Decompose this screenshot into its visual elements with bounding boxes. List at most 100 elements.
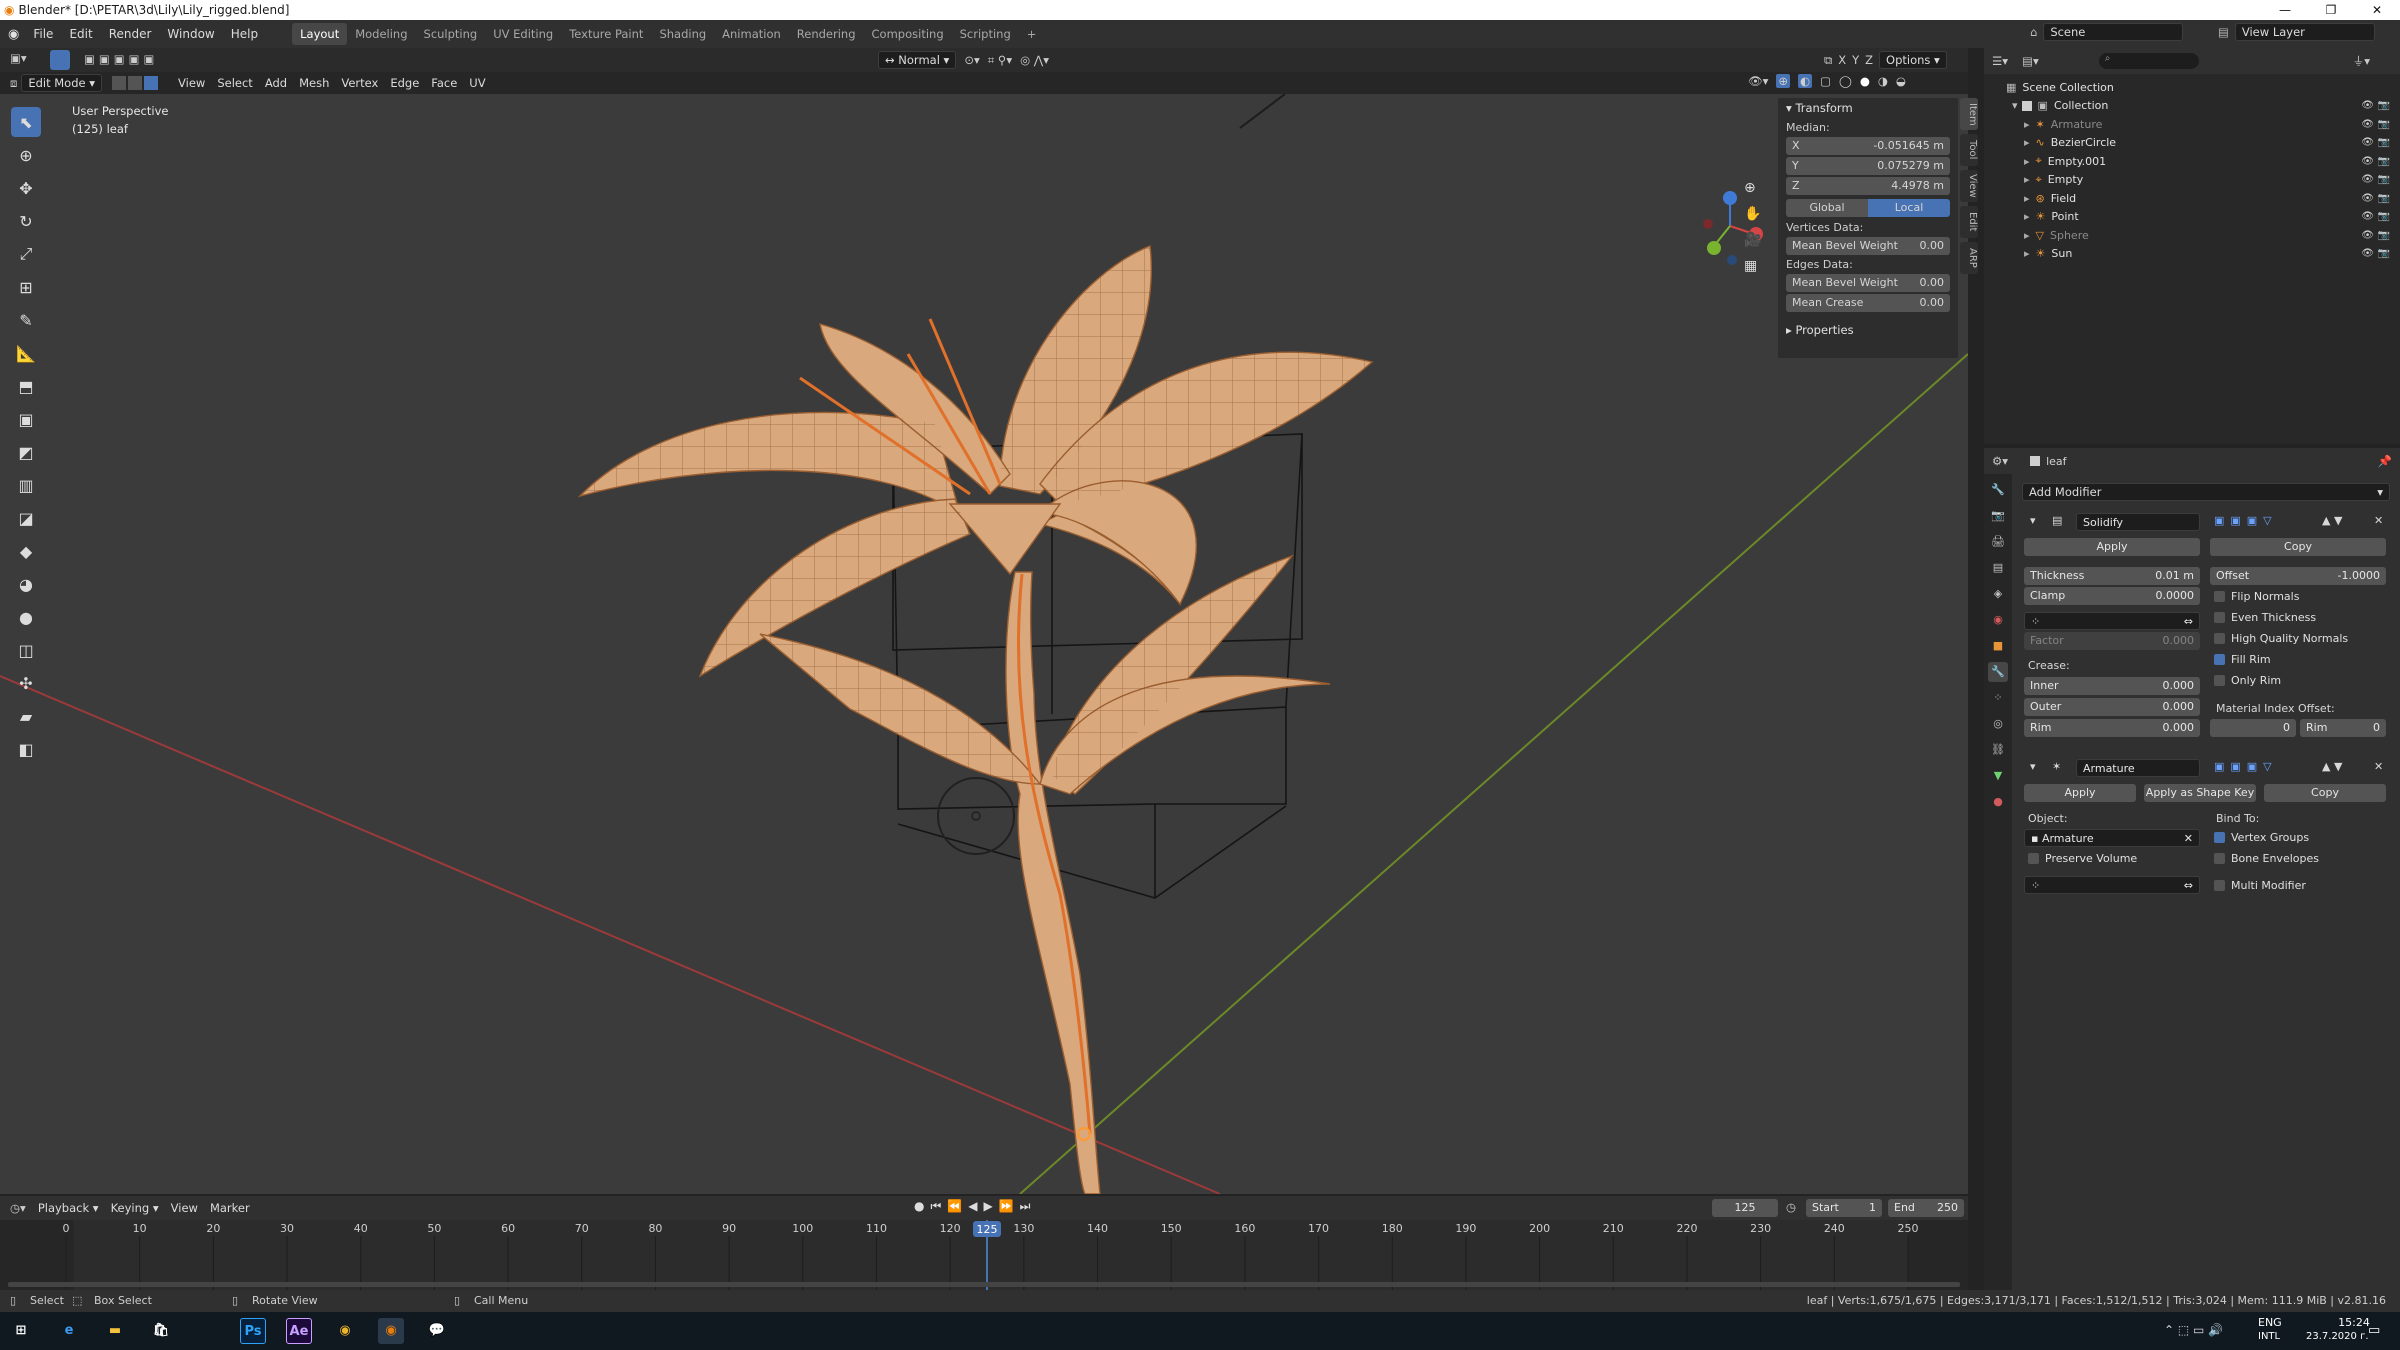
maximize-button[interactable]: ❐	[2308, 0, 2354, 20]
tab-edit[interactable]: Edit	[1960, 206, 1978, 238]
object-tab-icon[interactable]: ■	[1988, 636, 2008, 656]
tab-arp[interactable]: ARP	[1960, 242, 1978, 274]
vertex-bevel-weight-field[interactable]: Mean Bevel Weight 0.00	[1786, 237, 1950, 255]
minimize-button[interactable]: —	[2262, 0, 2308, 20]
offset-field[interactable]: Offset -1.0000	[2210, 567, 2386, 585]
output-tab-icon[interactable]: 🖨	[1988, 532, 2008, 552]
display-mode-icon[interactable]: ▤▾	[2022, 54, 2039, 68]
scene-collection-row[interactable]: ▦ Scene Collection	[1984, 78, 2400, 97]
rotate-tool-icon[interactable]: ↻	[11, 206, 41, 236]
scene-tab-icon[interactable]: ◈	[1988, 584, 2008, 604]
tab-rendering[interactable]: Rendering	[789, 23, 864, 45]
scene-selector[interactable]: ⌂ Scene	[2030, 23, 2184, 41]
view-layer-name[interactable]: View Layer	[2234, 23, 2375, 41]
collection-row[interactable]: ▾ ▣ Collection 👁 📷	[1984, 97, 2400, 116]
transform-section-header[interactable]: ▾ Transform	[1778, 98, 1958, 118]
edge-browser-icon[interactable]: e	[56, 1318, 82, 1344]
menu-render[interactable]: Render	[101, 27, 160, 41]
clock-icon[interactable]: ◷	[1786, 1200, 1796, 1214]
crease-rim-field[interactable]: Rim 0.000	[2024, 719, 2200, 737]
armature-invert-icon[interactable]: ⇔	[2184, 877, 2193, 893]
tab-sculpting[interactable]: Sculpting	[416, 23, 486, 45]
move-tool-icon[interactable]: ✥	[11, 173, 41, 203]
scene-name[interactable]: Scene	[2043, 23, 2184, 41]
outliner-item[interactable]: ▸ ⌖ Empty 👁 📷	[1984, 171, 2400, 190]
timeline-editor-icon[interactable]: ◷▾	[10, 1201, 26, 1215]
outliner-item[interactable]: ▸ ▽ Sphere 👁 📷	[1984, 226, 2400, 245]
armature-vertex-group-field[interactable]: ⁘ ⇔	[2024, 876, 2200, 894]
camera-icon[interactable]: 📷	[2378, 230, 2390, 241]
particles-tab-icon[interactable]: ⁘	[1988, 688, 2008, 708]
multi-modifier-checkbox[interactable]: Multi Modifier	[2214, 879, 2306, 892]
bevel-tool-icon[interactable]: ◩	[11, 437, 41, 467]
menu-mesh[interactable]: Mesh	[293, 74, 335, 92]
camera-view-icon[interactable]: 🎥	[1744, 232, 1761, 248]
thickness-field[interactable]: Thickness 0.01 m	[2024, 567, 2200, 585]
menu-view[interactable]: View	[172, 74, 211, 92]
menu-keying[interactable]: Keying ▾	[105, 1199, 165, 1217]
axis-z-button[interactable]: Z	[1865, 53, 1873, 67]
flip-normals-checkbox[interactable]: Flip Normals	[2214, 590, 2299, 603]
tab-modeling[interactable]: Modeling	[347, 23, 415, 45]
shear-tool-icon[interactable]: ▰	[11, 701, 41, 731]
median-y-field[interactable]: Y 0.075279 m	[1786, 157, 1950, 175]
material-offset-field[interactable]: 0	[2210, 719, 2296, 737]
modifier-tab-icon[interactable]: 🔧	[1988, 662, 2008, 682]
local-toggle[interactable]: Local	[1868, 199, 1950, 217]
store-icon[interactable]: 🛍	[148, 1318, 174, 1344]
tool-tab-icon[interactable]: 🔧	[1988, 480, 2008, 500]
eye-icon[interactable]: 👁	[2361, 156, 2374, 167]
camera-icon[interactable]: 📷	[2378, 137, 2390, 148]
armature-apply-button[interactable]: Apply	[2024, 784, 2136, 802]
editor-type-icon-2[interactable]: ⧈	[10, 76, 17, 91]
camera-icon[interactable]: 📷	[2378, 193, 2390, 204]
eye-icon[interactable]: 👁	[2361, 193, 2374, 204]
expand-arrow-icon[interactable]: ▸	[2024, 192, 2030, 205]
extrude-tool-icon[interactable]: ⬒	[11, 371, 41, 401]
pin-icon[interactable]: 📌	[2378, 454, 2392, 468]
transform-orientation-dropdown[interactable]: ↔ Normal ▾	[878, 51, 957, 69]
shading-rendered-icon[interactable]: ◒	[1896, 74, 1906, 88]
expand-arrow-icon[interactable]: ▸	[2024, 155, 2030, 168]
edge-bevel-weight-field[interactable]: Mean Bevel Weight 0.00	[1786, 274, 1950, 292]
edge-crease-field[interactable]: Mean Crease 0.00	[1786, 294, 1950, 312]
smooth-tool-icon[interactable]: ●	[11, 602, 41, 632]
language-indicator[interactable]: ENG	[2258, 1316, 2282, 1329]
jump-end-icon[interactable]: ⏭	[1020, 1199, 1031, 1214]
outliner-search-input[interactable]: ⌕	[2098, 53, 2199, 69]
loop-cut-tool-icon[interactable]: ▥	[11, 470, 41, 500]
eye-icon[interactable]: 👁	[2361, 248, 2374, 259]
tab-layout[interactable]: Layout	[292, 23, 348, 45]
overlay-icon[interactable]: ◐	[1798, 74, 1813, 88]
visibility-icon[interactable]: 👁▾	[1748, 74, 1768, 88]
add-modifier-dropdown[interactable]: Add Modifier ▾	[2022, 483, 2390, 501]
vertex-select-icon[interactable]	[112, 76, 127, 90]
blender-taskbar-icon[interactable]: ◉	[378, 1318, 404, 1344]
editor-type-icon[interactable]: ▣▾	[10, 51, 27, 65]
tab-texture-paint[interactable]: Texture Paint	[561, 23, 651, 45]
camera-icon[interactable]: 📷	[2378, 174, 2390, 185]
close-button[interactable]: ✕	[2354, 0, 2400, 20]
gizmo-icon[interactable]: ⊕	[1776, 74, 1791, 88]
options-dropdown[interactable]: Options ▾	[1879, 51, 1947, 69]
properties-editor-icon[interactable]: ⚙▾	[1992, 454, 2008, 468]
menu-select[interactable]: Select	[211, 74, 258, 92]
vertex-group-field[interactable]: ⁘ ⇔	[2024, 612, 2200, 630]
transform-tool-icon[interactable]: ⊞	[11, 272, 41, 302]
clamp-field[interactable]: Clamp 0.0000	[2024, 587, 2200, 605]
solidify-apply-button[interactable]: Apply	[2024, 538, 2200, 556]
face-select-icon[interactable]	[144, 76, 159, 90]
crease-outer-field[interactable]: Outer 0.000	[2024, 698, 2200, 716]
world-tab-icon[interactable]: ◉	[1988, 610, 2008, 630]
vertex-groups-checkbox[interactable]: Vertex Groups	[2214, 831, 2309, 844]
mirror-icon[interactable]: ⧉	[1824, 53, 1832, 68]
scale-tool-icon[interactable]: ⤢	[11, 239, 41, 269]
eye-icon[interactable]: 👁	[2361, 174, 2374, 185]
end-frame-field[interactable]: End 250	[1888, 1199, 1964, 1217]
camera-icon[interactable]: 📷	[2378, 211, 2390, 222]
eye-icon[interactable]: 👁	[2361, 119, 2374, 130]
expand-arrow-icon[interactable]: ▸	[2024, 173, 2030, 186]
median-z-field[interactable]: Z 4.4978 m	[1786, 177, 1950, 195]
expand-arrow-icon[interactable]: ▸	[2024, 136, 2030, 149]
prev-keyframe-icon[interactable]: ⏪	[947, 1199, 962, 1214]
